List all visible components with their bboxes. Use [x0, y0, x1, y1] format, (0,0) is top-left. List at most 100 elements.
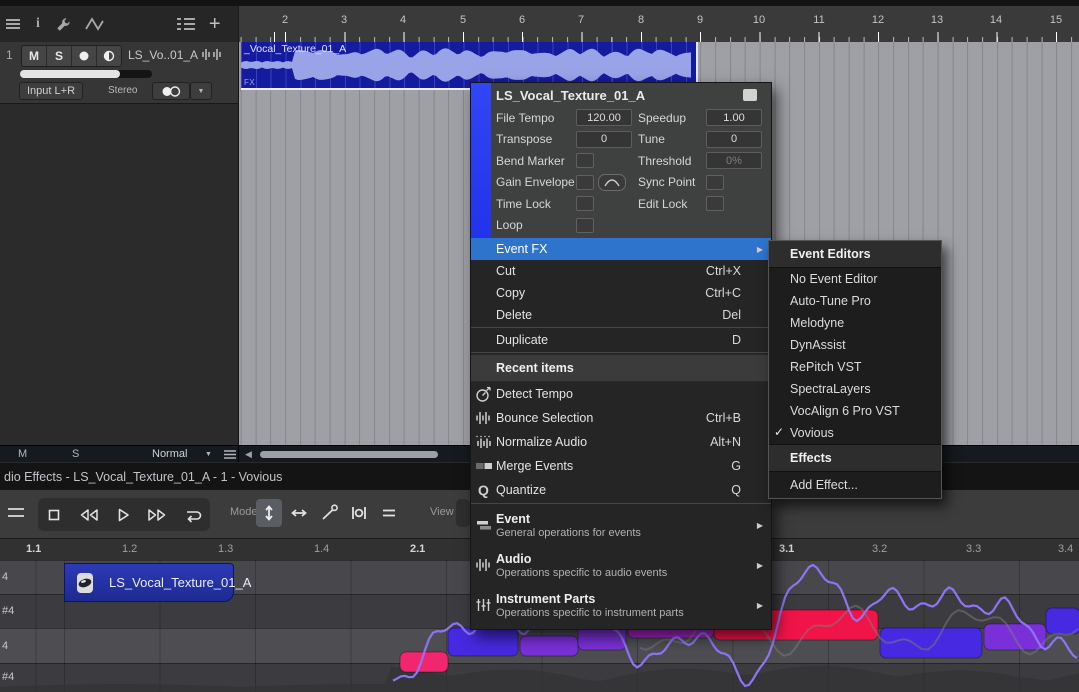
ruler-number: 7: [578, 14, 584, 26]
ruler-number: 8: [638, 14, 644, 26]
tool-wrench-icon[interactable]: [54, 16, 71, 33]
context-menu: LS_Vocal_Texture_01_A File Tempo 120.00 …: [470, 82, 772, 630]
monitor-button[interactable]: [97, 46, 121, 66]
pitch-key-label: 4: [2, 571, 8, 583]
loop-checkbox[interactable]: [576, 218, 594, 233]
menu-item-normalize-audio[interactable]: Normalize AudioAlt+N: [471, 430, 771, 454]
mode-range-button[interactable]: [346, 499, 372, 527]
beat-label: 1.2: [122, 543, 137, 555]
track-list-icon[interactable]: [177, 17, 195, 31]
mode-horizontal-button[interactable]: [286, 499, 312, 527]
mute-button[interactable]: M: [22, 46, 47, 66]
automation-curve-icon[interactable]: [85, 16, 105, 32]
file-tempo-value[interactable]: 120.00: [576, 109, 632, 126]
shortcut: Q: [731, 483, 741, 497]
view-control[interactable]: [456, 499, 470, 527]
timeline-ruler[interactable]: 2 3 4 5 6 7 8 9 10 11 12 13 14 15: [238, 6, 1079, 42]
editor-menu-icon[interactable]: [8, 506, 26, 520]
menu-item-cut[interactable]: CutCtrl+X: [471, 260, 771, 282]
submenu-item-spectralayers[interactable]: SpectraLayers: [769, 378, 941, 400]
mode-dropdown-icon[interactable]: ▼: [205, 451, 212, 458]
submenu-header-effects: Effects: [769, 444, 941, 472]
submenu-item-dynassist[interactable]: DynAssist: [769, 334, 941, 356]
tune-value[interactable]: 0: [706, 131, 762, 148]
beat-label: 1.4: [314, 543, 329, 555]
record-arm-button[interactable]: [72, 46, 97, 66]
gain-envelope-checkbox[interactable]: [576, 175, 594, 190]
submenu-item-repitch-vst[interactable]: RePitch VST: [769, 356, 941, 378]
submenu-item-no-event-editor[interactable]: No Event Editor: [769, 268, 941, 290]
scroll-left-icon[interactable]: ◀: [245, 449, 252, 460]
sync-point-checkbox[interactable]: [706, 175, 724, 190]
input-routing-button[interactable]: Input L+R: [19, 82, 83, 100]
input-dropdown-button[interactable]: ▼: [190, 82, 212, 100]
editor-clip-tab[interactable]: LS_Vocal_Texture_01_A: [64, 563, 234, 602]
editor-title: dio Effects - LS_Vocal_Texture_01_A - 1 …: [4, 470, 282, 484]
menu-separator: [471, 352, 771, 353]
lower-menu-icon[interactable]: [224, 450, 236, 459]
time-lock-checkbox[interactable]: [576, 196, 594, 211]
bend-marker-label: Bend Marker: [496, 154, 576, 168]
lower-mute-button[interactable]: M: [18, 448, 27, 460]
submenu-item-add-effect[interactable]: Add Effect...: [769, 472, 941, 498]
event-info-panel: LS_Vocal_Texture_01_A File Tempo 120.00 …: [471, 83, 771, 238]
volume-slider[interactable]: [20, 70, 152, 78]
mode-label: Mode: [230, 506, 258, 518]
speedup-value[interactable]: 1.00: [706, 109, 762, 126]
bend-marker-checkbox[interactable]: [576, 153, 594, 168]
clip-name-label: _Vocal_Texture_01_A: [244, 43, 346, 55]
submenu-item-melodyne[interactable]: Melodyne: [769, 312, 941, 334]
stop-button[interactable]: [45, 506, 63, 524]
channel-toggle[interactable]: [152, 82, 190, 100]
shortcut: G: [731, 459, 741, 473]
track-list-panel: 1 M S LS_Vo..01_A Input L+R Stereo: [0, 42, 238, 445]
threshold-value: 0%: [706, 152, 762, 169]
menu-separator: [471, 327, 771, 328]
menu-item-delete[interactable]: DeleteDel: [471, 304, 771, 326]
shortcut: D: [732, 333, 741, 347]
menu-item-duplicate[interactable]: DuplicateD: [471, 329, 771, 351]
rewind-button[interactable]: [78, 506, 100, 524]
menu-item-audio[interactable]: AudioOperations specific to audio events…: [471, 545, 771, 585]
forward-button[interactable]: [146, 506, 168, 524]
menu-item-instrument-parts[interactable]: Instrument PartsOperations specific to i…: [471, 585, 771, 625]
info-icon[interactable]: i: [36, 16, 40, 32]
merge-events-icon: [471, 460, 496, 472]
menu-item-merge-events[interactable]: Merge EventsG: [471, 454, 771, 478]
menu-item-bounce-selection[interactable]: Bounce SelectionCtrl+B: [471, 406, 771, 430]
file-tempo-label: File Tempo: [496, 111, 576, 125]
submenu-header-event-editors: Event Editors: [769, 241, 941, 268]
event-active-checkbox[interactable]: [743, 89, 757, 101]
cycle-button[interactable]: [183, 506, 203, 524]
mode-select[interactable]: Normal: [152, 448, 187, 460]
event-name-title: LS_Vocal_Texture_01_A: [496, 88, 743, 103]
mode-vertical-button[interactable]: [256, 499, 282, 527]
track-number: 1: [6, 48, 13, 62]
gain-curve-button[interactable]: [598, 174, 626, 191]
edit-lock-checkbox[interactable]: [706, 196, 724, 211]
ruler-number: 3: [341, 14, 347, 26]
menu-item-quantize[interactable]: Q QuantizeQ: [471, 478, 771, 502]
menu-item-event-fx[interactable]: Event FX ▶: [471, 238, 771, 260]
submenu-item-vovious[interactable]: ✓ Vovious: [769, 422, 941, 444]
mode-slope-button[interactable]: [316, 499, 342, 527]
add-track-icon[interactable]: +: [209, 13, 221, 36]
shortcut: Ctrl+B: [706, 411, 741, 425]
menu-item-copy[interactable]: CopyCtrl+C: [471, 282, 771, 304]
beat-label: 2.1: [410, 543, 425, 555]
transpose-value[interactable]: 0: [576, 131, 632, 148]
horizontal-scrollbar[interactable]: [260, 451, 438, 458]
ruler-number: 2: [282, 14, 288, 26]
lower-solo-button[interactable]: S: [72, 448, 79, 460]
stereo-circles-icon: [159, 86, 183, 97]
menu-item-event[interactable]: EventGeneral operations for events ▶: [471, 505, 771, 545]
track-header[interactable]: 1 M S LS_Vo..01_A Input L+R Stereo: [0, 42, 238, 104]
submenu-item-auto-tune-pro[interactable]: Auto-Tune Pro: [769, 290, 941, 312]
mode-level-button[interactable]: [376, 499, 402, 527]
play-button[interactable]: [114, 506, 132, 524]
menu-item-detect-tempo[interactable]: Detect Tempo: [471, 382, 771, 406]
menu-icon[interactable]: [6, 18, 22, 30]
submenu-item-vocalign[interactable]: VocAlign 6 Pro VST: [769, 400, 941, 422]
solo-button[interactable]: S: [47, 46, 72, 66]
track-name[interactable]: LS_Vo..01_A: [128, 48, 198, 62]
